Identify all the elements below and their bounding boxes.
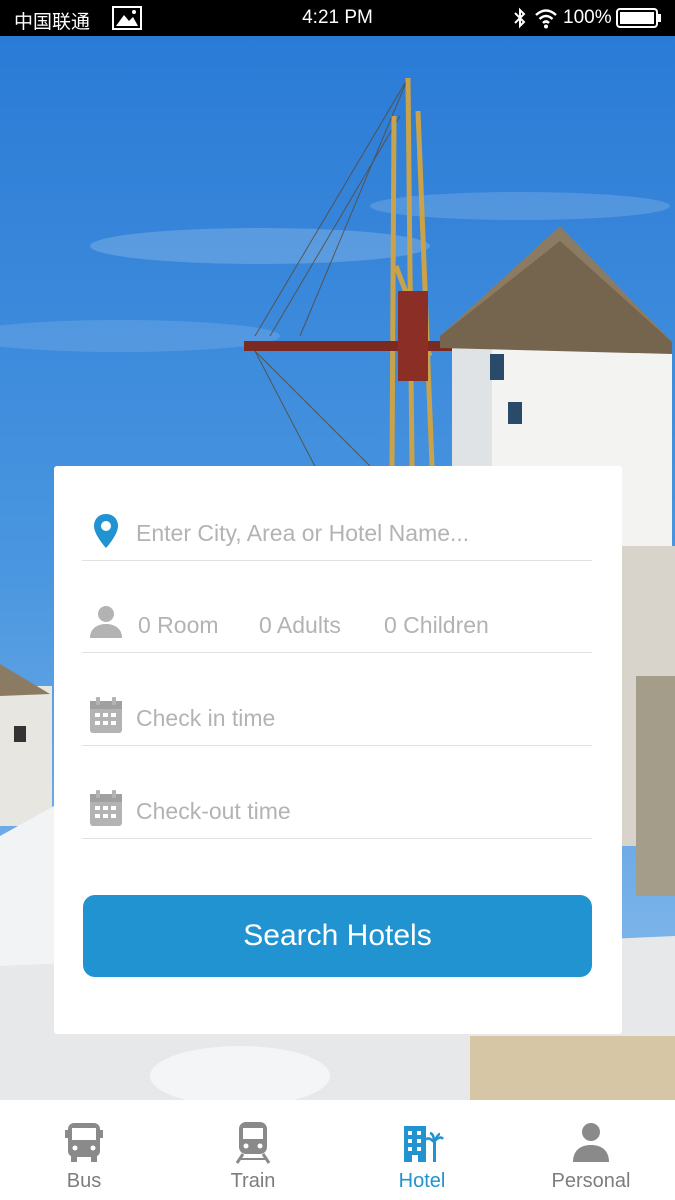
person-icon bbox=[90, 606, 122, 638]
check-in-placeholder: Check in time bbox=[136, 705, 276, 731]
wifi-icon bbox=[535, 9, 557, 29]
calendar-icon bbox=[90, 790, 122, 826]
tab-bus[interactable]: Bus bbox=[0, 1100, 168, 1200]
tab-personal[interactable]: Personal bbox=[507, 1100, 675, 1200]
destination-field[interactable]: Enter City, Area or Hotel Name... bbox=[82, 510, 592, 561]
bus-icon bbox=[65, 1123, 103, 1162]
tab-personal-label: Personal bbox=[551, 1170, 631, 1192]
check-in-field[interactable]: Check in time bbox=[82, 695, 592, 746]
tab-train-label: Train bbox=[230, 1170, 276, 1192]
hotel-search-card: Enter City, Area or Hotel Name... 0 Room… bbox=[54, 466, 622, 1034]
destination-placeholder: Enter City, Area or Hotel Name... bbox=[136, 520, 470, 546]
bottom-tab-bar: Bus Train Hotel Personal bbox=[0, 1100, 675, 1200]
check-out-field[interactable]: Check-out time bbox=[82, 788, 592, 839]
hotel-icon bbox=[404, 1126, 444, 1162]
tab-hotel-label: Hotel bbox=[398, 1170, 446, 1192]
person-icon bbox=[573, 1123, 609, 1162]
location-pin-icon bbox=[94, 514, 118, 548]
adults-value[interactable]: 0 Adults bbox=[259, 612, 341, 639]
train-icon bbox=[235, 1122, 271, 1164]
tab-train[interactable]: Train bbox=[169, 1100, 337, 1200]
battery-icon bbox=[616, 8, 661, 28]
bluetooth-icon bbox=[514, 7, 526, 29]
status-bar: 中国联通 4:21 PM 100% bbox=[0, 0, 675, 36]
rooms-value[interactable]: 0 Room bbox=[138, 612, 219, 639]
tab-hotel[interactable]: Hotel bbox=[338, 1100, 506, 1200]
room-guests-field[interactable]: 0 Room 0 Adults 0 Children bbox=[82, 602, 592, 653]
calendar-icon bbox=[90, 697, 122, 733]
tab-bus-label: Bus bbox=[66, 1170, 102, 1192]
check-out-placeholder: Check-out time bbox=[136, 798, 291, 824]
search-hotels-button[interactable]: Search Hotels bbox=[83, 895, 592, 977]
battery-percentage: 100% bbox=[563, 7, 612, 28]
children-value[interactable]: 0 Children bbox=[384, 612, 489, 639]
